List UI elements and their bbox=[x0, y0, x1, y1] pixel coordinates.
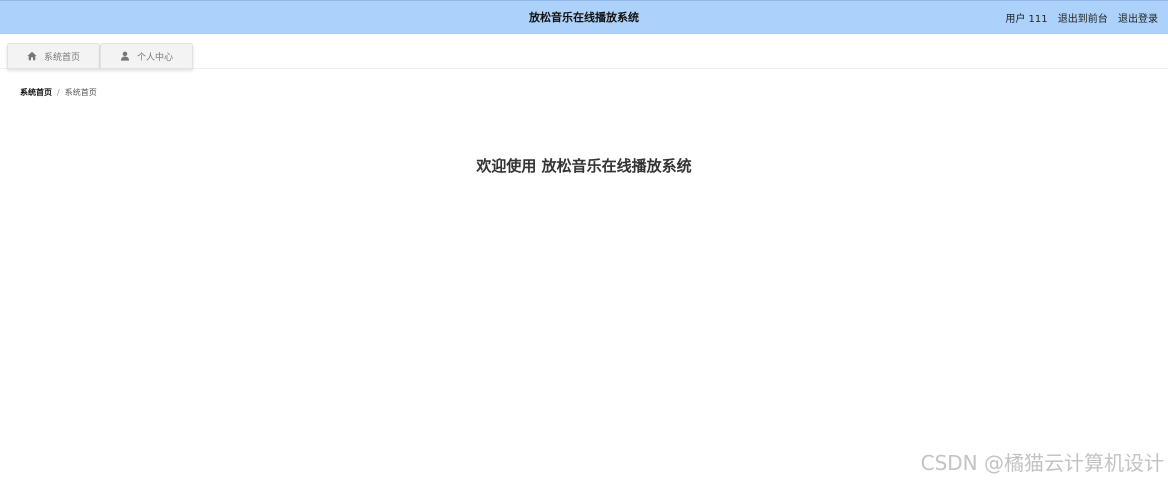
exit-to-frontend-link[interactable]: 退出到前台 bbox=[1058, 14, 1108, 25]
top-nav-bar: 系统首页 个人中心 bbox=[0, 34, 1168, 69]
breadcrumb: 系统首页 / 系统首页 bbox=[20, 87, 97, 98]
nav-item-personal-center[interactable]: 个人中心 bbox=[100, 43, 193, 69]
top-header: 放松音乐在线播放系统 用户 111 退出到前台 退出登录 bbox=[0, 0, 1168, 34]
header-user-area: 用户 111 退出到前台 退出登录 bbox=[1005, 10, 1158, 25]
home-icon bbox=[27, 51, 37, 61]
nav-item-home[interactable]: 系统首页 bbox=[7, 43, 100, 69]
breadcrumb-separator: / bbox=[57, 88, 60, 97]
nav-item-label: 系统首页 bbox=[43, 52, 80, 63]
user-icon bbox=[120, 51, 130, 61]
watermark-text: CSDN @橘猫云计算机设计 bbox=[920, 451, 1164, 475]
welcome-message: 欢迎使用 放松音乐在线播放系统 bbox=[476, 157, 692, 175]
current-user-label: 用户 111 bbox=[1005, 14, 1048, 25]
logout-link[interactable]: 退出登录 bbox=[1118, 14, 1158, 25]
breadcrumb-home-link[interactable]: 系统首页 bbox=[20, 88, 52, 97]
app-title: 放松音乐在线播放系统 bbox=[529, 11, 639, 24]
breadcrumb-current: 系统首页 bbox=[64, 88, 97, 97]
nav-item-label: 个人中心 bbox=[136, 52, 173, 63]
